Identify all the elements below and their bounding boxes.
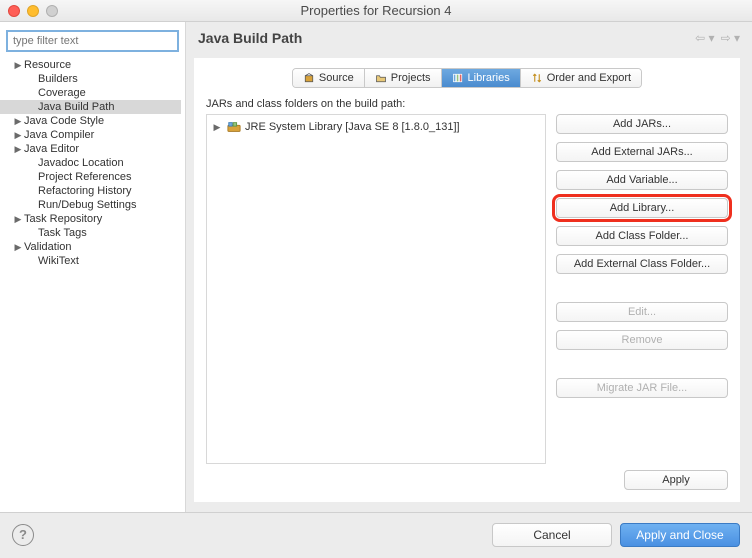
library-icon: [452, 72, 464, 84]
order-icon: [531, 72, 543, 84]
minimize-window-button[interactable]: [27, 5, 39, 17]
apply-and-close-button[interactable]: Apply and Close: [620, 523, 740, 547]
dialog-footer: ? Cancel Apply and Close: [0, 512, 752, 556]
edit-button: Edit...: [556, 302, 728, 322]
remove-button: Remove: [556, 330, 728, 350]
chevron-right-icon: ▶: [14, 242, 22, 253]
tree-item[interactable]: ▶Java Compiler: [0, 128, 181, 142]
tree-item-label: Validation: [24, 241, 72, 253]
tree-item-label: Task Repository: [24, 213, 102, 225]
tree-item[interactable]: Javadoc Location: [0, 156, 181, 170]
tree-item[interactable]: ▶Validation: [0, 240, 181, 254]
tree-item[interactable]: Coverage: [0, 86, 181, 100]
tree-item-label: Project References: [38, 171, 132, 183]
add-external-class-folder-button[interactable]: Add External Class Folder...: [556, 254, 728, 274]
tree-item[interactable]: ▶Java Editor: [0, 142, 181, 156]
window-title: Properties for Recursion 4: [8, 3, 744, 18]
chevron-right-icon: ▶: [14, 144, 22, 155]
filter-input[interactable]: [6, 30, 179, 52]
tree-item[interactable]: ▶Resource: [0, 58, 181, 72]
add-jars-button[interactable]: Add JARs...: [556, 114, 728, 134]
window-titlebar: Properties for Recursion 4: [0, 0, 752, 22]
tree-item[interactable]: Task Tags: [0, 226, 181, 240]
content-area: Java Build Path ⇦ ▾ ⇨ ▾ Source Projects Li…: [186, 22, 752, 512]
preferences-sidebar: ▶ResourceBuildersCoverageJava Build Path…: [0, 22, 186, 512]
tree-item-label: Javadoc Location: [38, 157, 124, 169]
tab-label: Libraries: [468, 72, 510, 84]
tree-item[interactable]: WikiText: [0, 254, 181, 268]
tree-item-label: Coverage: [38, 87, 86, 99]
tree-item[interactable]: Run/Debug Settings: [0, 198, 181, 212]
build-path-tabs: Source Projects Libraries Order and Export: [292, 68, 642, 88]
forward-icon[interactable]: ⇨ ▾: [721, 31, 740, 45]
action-button-column: Add JARs... Add External JARs... Add Var…: [556, 96, 728, 464]
tab-label: Order and Export: [547, 72, 631, 84]
tree-item[interactable]: Refactoring History: [0, 184, 181, 198]
tree-item-label: Builders: [38, 73, 78, 85]
classpath-entry[interactable]: ▶ JRE System Library [Java SE 8 [1.8.0_1…: [213, 119, 539, 135]
folder-icon: [375, 72, 387, 84]
page-title: Java Build Path: [198, 30, 302, 46]
tab-label: Projects: [391, 72, 431, 84]
tree-item[interactable]: Builders: [0, 72, 181, 86]
back-icon[interactable]: ⇦ ▾: [695, 31, 714, 45]
tree-item-label: Run/Debug Settings: [38, 199, 136, 211]
chevron-right-icon: ▶: [14, 130, 22, 141]
tree-item-label: Task Tags: [38, 227, 87, 239]
tree-item-label: Java Editor: [24, 143, 79, 155]
tree-item-label: Resource: [24, 59, 71, 71]
add-library-button[interactable]: Add Library...: [556, 198, 728, 218]
add-class-folder-button[interactable]: Add Class Folder...: [556, 226, 728, 246]
maximize-window-button[interactable]: [46, 5, 58, 17]
library-icon: [227, 120, 241, 134]
tab-projects[interactable]: Projects: [365, 69, 442, 87]
tree-item[interactable]: Project References: [0, 170, 181, 184]
classpath-viewer[interactable]: ▶ JRE System Library [Java SE 8 [1.8.0_1…: [206, 114, 546, 464]
tree-item-label: Java Code Style: [24, 115, 104, 127]
tab-source[interactable]: Source: [293, 69, 365, 87]
tree-item-label: Java Build Path: [38, 101, 114, 113]
tree-item-label: Java Compiler: [24, 129, 94, 141]
tab-order-and-export[interactable]: Order and Export: [521, 69, 641, 87]
preferences-tree[interactable]: ▶ResourceBuildersCoverageJava Build Path…: [0, 58, 185, 512]
chevron-right-icon: ▶: [14, 116, 22, 127]
tree-item[interactable]: Java Build Path: [0, 100, 181, 114]
viewer-caption: JARs and class folders on the build path…: [206, 98, 546, 110]
tab-libraries[interactable]: Libraries: [442, 69, 521, 87]
page-nav-controls: ⇦ ▾ ⇨ ▾: [695, 31, 740, 45]
chevron-right-icon: ▶: [213, 122, 221, 133]
package-icon: [303, 72, 315, 84]
chevron-right-icon: ▶: [14, 214, 22, 225]
add-variable-button[interactable]: Add Variable...: [556, 170, 728, 190]
traffic-lights: [8, 5, 58, 17]
apply-button[interactable]: Apply: [624, 470, 728, 490]
classpath-entry-label: JRE System Library [Java SE 8 [1.8.0_131…: [245, 121, 460, 133]
tab-label: Source: [319, 72, 354, 84]
help-icon[interactable]: ?: [12, 524, 34, 546]
migrate-jar-button: Migrate JAR File...: [556, 378, 728, 398]
cancel-button[interactable]: Cancel: [492, 523, 612, 547]
close-window-button[interactable]: [8, 5, 20, 17]
add-external-jars-button[interactable]: Add External JARs...: [556, 142, 728, 162]
tree-item-label: Refactoring History: [38, 185, 132, 197]
tree-item[interactable]: ▶Java Code Style: [0, 114, 181, 128]
tree-item-label: WikiText: [38, 255, 79, 267]
tree-item[interactable]: ▶Task Repository: [0, 212, 181, 226]
chevron-right-icon: ▶: [14, 60, 22, 71]
